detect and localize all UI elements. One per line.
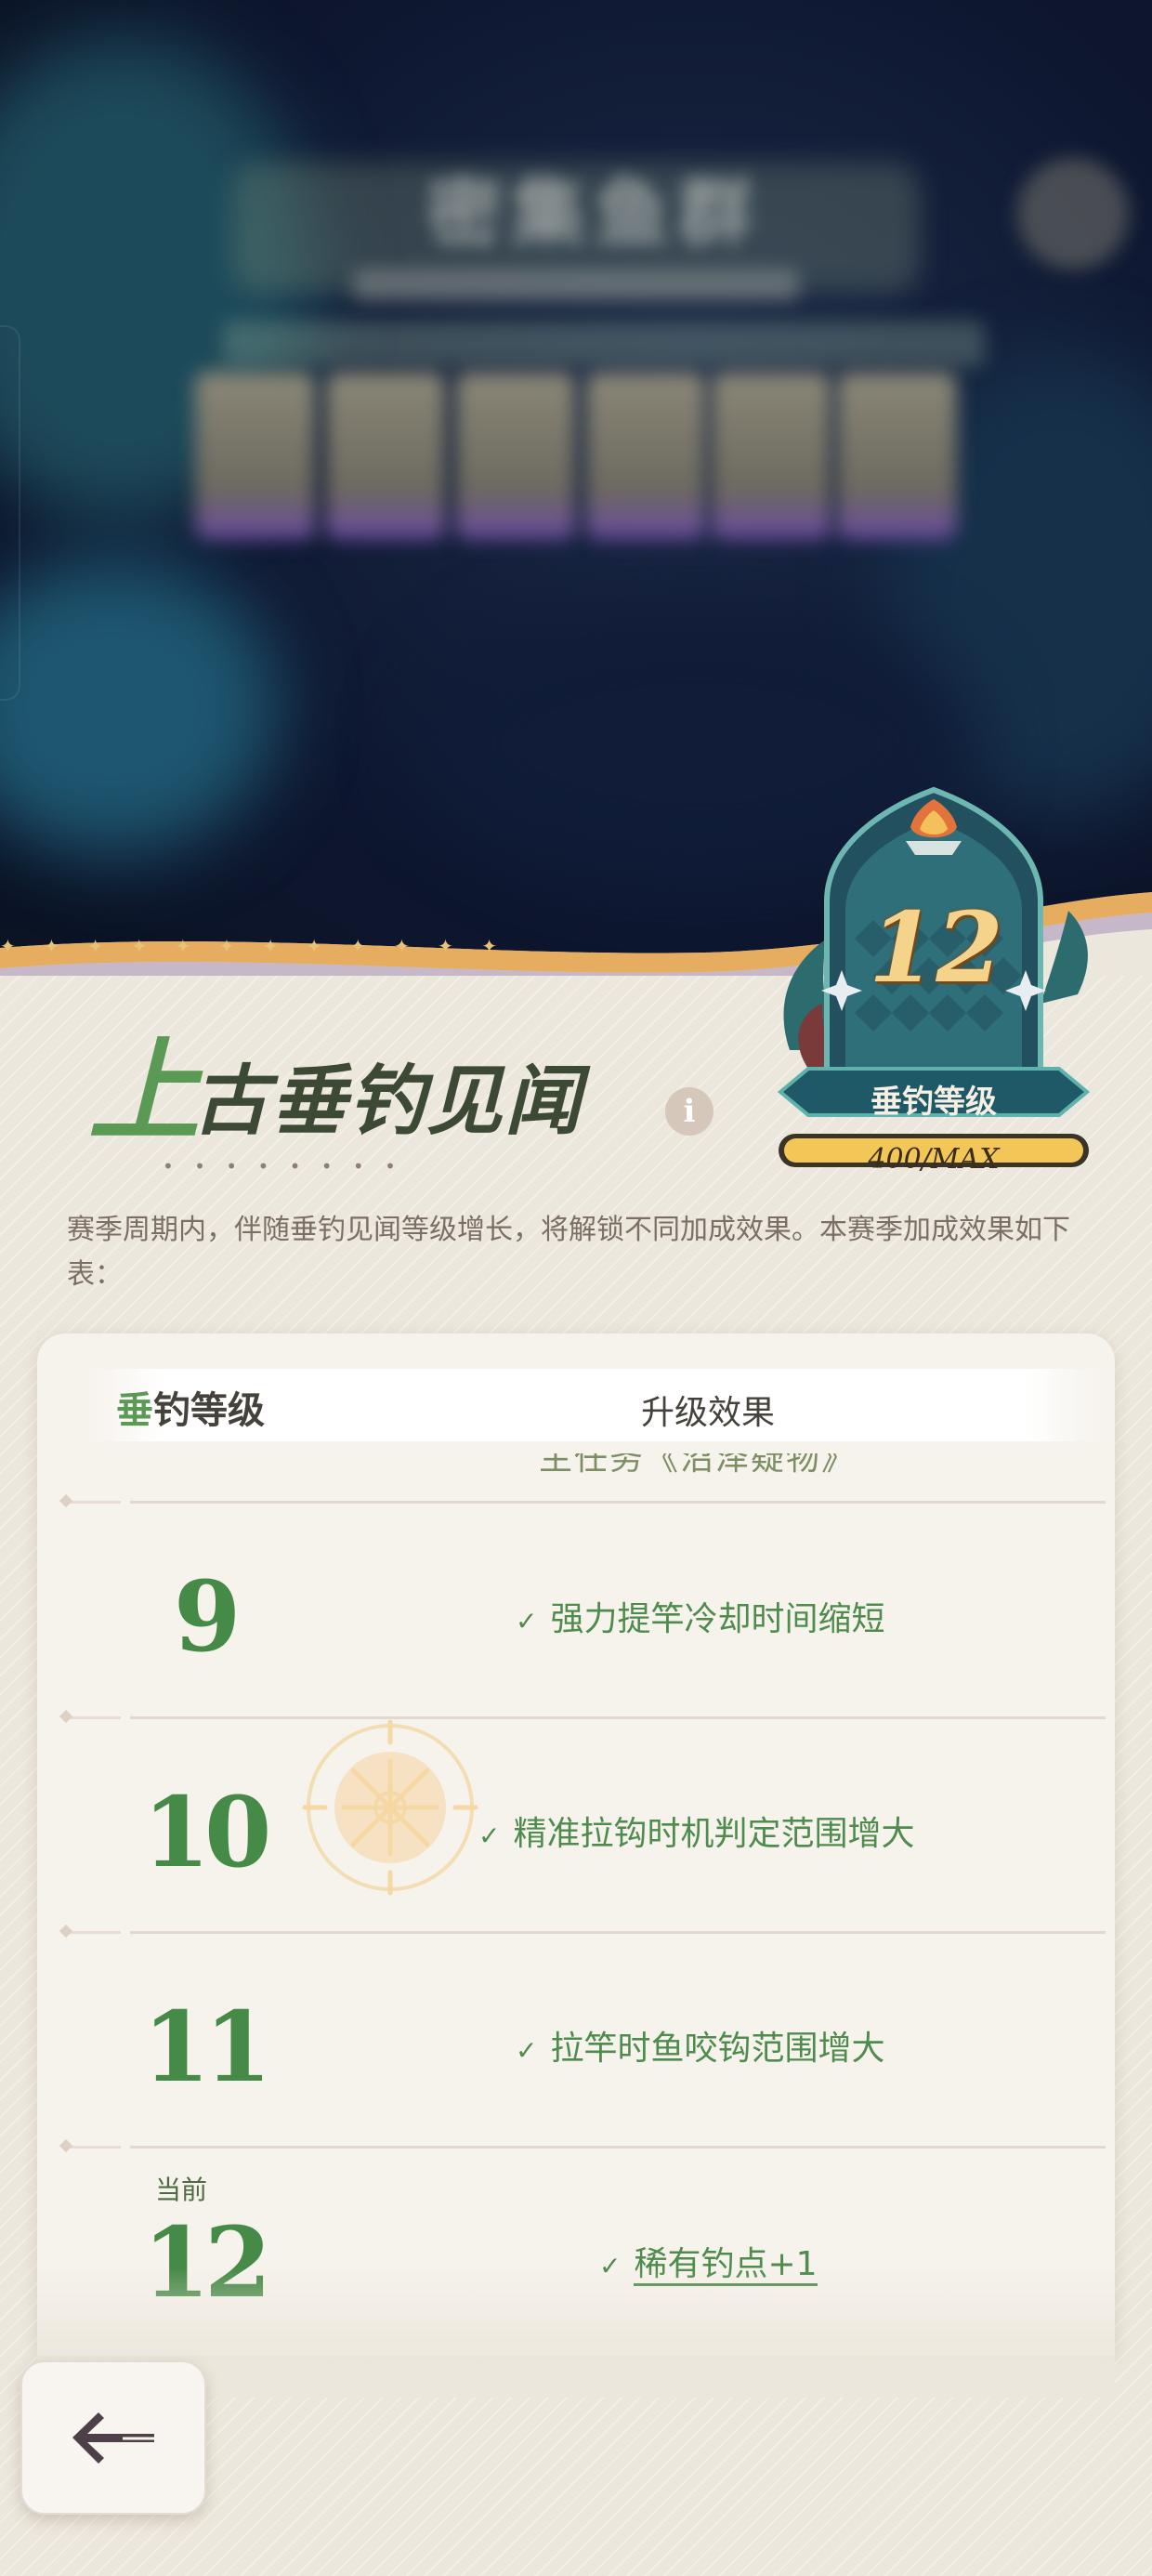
- check-icon: ✓: [516, 2035, 538, 2066]
- row-divider-mark: [65, 2146, 121, 2149]
- season-description: 赛季周期内，伴随垂钓见闻等级增长，将解锁不同加成效果。本赛季加成效果如下表：: [67, 1214, 1070, 1291]
- title-first-char: 上: [88, 1026, 200, 1157]
- badge-label: 垂钓等级: [871, 1084, 997, 1121]
- level-effects-table: 垂钓等级 升级效果 主任务《沼泽疑物》 9 ✓ 强力提竿冷却时间缩短 10 ✓ 精准…: [37, 1334, 1115, 2356]
- blurred-subtitle: [353, 269, 799, 301]
- row-level-11: 11: [142, 1990, 272, 2104]
- row-divider-mark: [65, 1501, 121, 1504]
- blurred-strip: [223, 321, 985, 367]
- badge-progress: 400/MAX: [868, 1143, 1000, 1176]
- back-arrow-icon: [72, 2412, 154, 2464]
- row-divider: [130, 1501, 1106, 1504]
- title-rest: 古垂钓见闻: [192, 1057, 583, 1146]
- current-level-tag: 当前: [155, 2175, 208, 2205]
- badge-level-number: 12: [869, 890, 1003, 1005]
- row-effect-9-text: 强力提竿冷却时间缩短: [550, 1600, 885, 1638]
- sparkle-decoration: ✦ ✦ ✦ ✦ ✦ ✦ ✦ ✦ ✦ ✦ ✦ ✦: [0, 935, 509, 957]
- row-divider-mark: [65, 1931, 121, 1934]
- page-title: 上 古垂钓见闻: [88, 1018, 583, 1148]
- column-header-effect: 升级效果: [641, 1394, 776, 1432]
- row-effect-11: ✓ 拉竿时鱼咬钩范围增大: [516, 2026, 884, 2074]
- blurred-fish-card: [195, 372, 316, 539]
- cut-off-row-text: 主任务《沼泽疑物》: [539, 1439, 857, 1478]
- row-divider: [130, 2146, 1106, 2149]
- blurred-fish-card: [585, 372, 706, 539]
- blurred-fish-card: [711, 372, 831, 539]
- row-effect-10-text: 精准拉钩时机判定范围增大: [513, 1815, 915, 1853]
- blurred-fish-card: [325, 372, 446, 539]
- info-icon[interactable]: i: [665, 1087, 713, 1136]
- row-effect-9: ✓ 强力提竿冷却时间缩短: [516, 1597, 884, 1645]
- blurred-title: 密集鱼群: [427, 170, 762, 256]
- row-level-10: 10: [142, 1775, 272, 1889]
- column-header-level-rest: 钓等级: [153, 1389, 265, 1432]
- row-effect-11-text: 拉竿时鱼咬钩范围增大: [550, 2030, 885, 2068]
- compass-icon: [302, 1719, 478, 1896]
- row-divider: [130, 1716, 1106, 1719]
- row-effect-10: ✓ 精准拉钩时机判定范围增大: [478, 1811, 914, 1860]
- blurred-settings-icon: [1017, 158, 1129, 269]
- side-tab: [0, 325, 20, 701]
- column-header-level-first: 垂: [116, 1389, 153, 1432]
- row-divider-mark: [65, 1716, 121, 1719]
- row-level-9: 9: [173, 1559, 241, 1674]
- back-button[interactable]: [20, 2360, 206, 2515]
- blurred-fish-card: [455, 372, 576, 539]
- check-icon: ✓: [516, 1606, 538, 1636]
- title-dots-decoration: • • • • • • • •: [163, 1155, 403, 1177]
- column-header-level: 垂钓等级: [116, 1380, 265, 1434]
- blurred-fish-card: [836, 372, 957, 539]
- row-divider: [130, 1931, 1106, 1934]
